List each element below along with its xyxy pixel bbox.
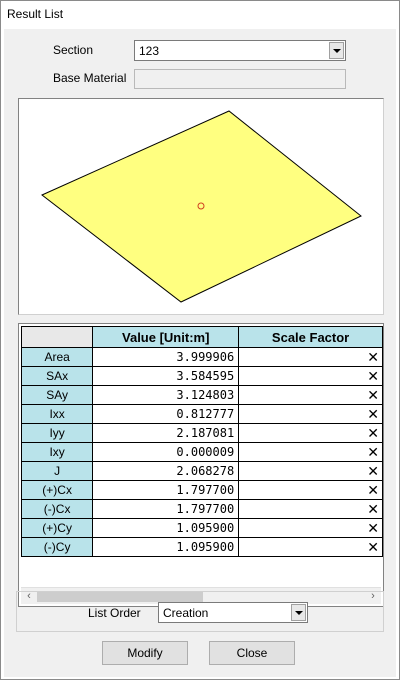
- scale-factor-cell[interactable]: ✕: [238, 461, 383, 481]
- row-header[interactable]: (-)Cy: [20, 537, 94, 557]
- row-header[interactable]: Area: [20, 347, 94, 367]
- header-corner: [20, 326, 94, 348]
- value-cell[interactable]: 1.797700: [92, 480, 240, 500]
- table-row[interactable]: SAx 3.584595 ✕: [20, 366, 383, 386]
- value-cell[interactable]: 0.000009: [92, 442, 240, 462]
- value-cell[interactable]: 2.187081: [92, 423, 240, 443]
- table-row[interactable]: Iyy 2.187081 ✕: [20, 423, 383, 443]
- table-row[interactable]: Area 3.999906 ✕: [20, 347, 383, 367]
- table-row[interactable]: SAy 3.124803 ✕: [20, 385, 383, 405]
- section-label: Section: [53, 43, 94, 57]
- table-row[interactable]: Ixx 0.812777 ✕: [20, 404, 383, 424]
- modify-button[interactable]: Modify: [102, 641, 188, 665]
- header-value[interactable]: Value [Unit:m]: [92, 326, 240, 348]
- value-cell[interactable]: 1.797700: [92, 499, 240, 519]
- dialog-client-area: Section 123 Base Material Value [Unit:m]…: [4, 29, 396, 677]
- row-header[interactable]: Ixx: [20, 404, 94, 424]
- table-row[interactable]: Ixy 0.000009 ✕: [20, 442, 383, 462]
- row-header[interactable]: Iyy: [20, 423, 94, 443]
- scale-factor-cell[interactable]: ✕: [238, 537, 383, 557]
- section-preview-drawing: [41, 110, 362, 303]
- close-button[interactable]: Close: [209, 641, 295, 665]
- result-list-window: Result List Section 123 Base Material Va…: [0, 0, 400, 680]
- table-row[interactable]: (+)Cx 1.797700 ✕: [20, 480, 383, 500]
- result-grid: Value [Unit:m] Scale Factor Area 3.999906…: [18, 323, 384, 607]
- scale-factor-cell[interactable]: ✕: [238, 499, 383, 519]
- section-dropdown-value: 123: [139, 44, 160, 58]
- table-row[interactable]: J 2.068278 ✕: [20, 461, 383, 481]
- base-material-field: [134, 69, 346, 89]
- section-preview-canvas: [18, 98, 384, 315]
- value-cell[interactable]: 3.999906: [92, 347, 240, 367]
- value-cell[interactable]: 1.095900: [92, 518, 240, 538]
- chevron-down-icon[interactable]: [329, 42, 344, 59]
- row-header[interactable]: (-)Cx: [20, 499, 94, 519]
- row-header[interactable]: SAy: [20, 385, 94, 405]
- value-cell[interactable]: 0.812777: [92, 404, 240, 424]
- row-header[interactable]: (+)Cy: [20, 518, 94, 538]
- section-shape: [41, 110, 362, 303]
- section-dropdown[interactable]: 123: [134, 40, 346, 61]
- scale-factor-cell[interactable]: ✕: [238, 404, 383, 424]
- row-header[interactable]: Ixy: [20, 442, 94, 462]
- row-header[interactable]: (+)Cx: [20, 480, 94, 500]
- scale-factor-cell[interactable]: ✕: [238, 518, 383, 538]
- window-title: Result List: [7, 7, 64, 21]
- scale-factor-cell[interactable]: ✕: [238, 442, 383, 462]
- table-header-row: Value [Unit:m] Scale Factor: [20, 326, 383, 348]
- scale-factor-cell[interactable]: ✕: [238, 423, 383, 443]
- chevron-down-icon[interactable]: [291, 604, 306, 621]
- header-scale-factor[interactable]: Scale Factor: [238, 326, 383, 348]
- value-cell[interactable]: 2.068278: [92, 461, 240, 481]
- table-row[interactable]: (+)Cy 1.095900 ✕: [20, 518, 383, 538]
- list-order-value: Creation: [163, 606, 209, 620]
- value-cell[interactable]: 3.584595: [92, 366, 240, 386]
- base-material-label: Base Material: [53, 71, 127, 85]
- table-row[interactable]: (-)Cy 1.095900 ✕: [20, 537, 383, 557]
- scale-factor-cell[interactable]: ✕: [238, 385, 383, 405]
- title-bar: Result List: [1, 1, 399, 29]
- value-cell[interactable]: 1.095900: [92, 537, 240, 557]
- row-header[interactable]: SAx: [20, 366, 94, 386]
- value-cell[interactable]: 3.124803: [92, 385, 240, 405]
- result-table: Value [Unit:m] Scale Factor Area 3.999906…: [20, 326, 383, 557]
- scale-factor-cell[interactable]: ✕: [238, 347, 383, 367]
- scale-factor-cell[interactable]: ✕: [238, 366, 383, 386]
- table-row[interactable]: (-)Cx 1.797700 ✕: [20, 499, 383, 519]
- list-order-label: List Order: [88, 606, 141, 620]
- scale-factor-cell[interactable]: ✕: [238, 480, 383, 500]
- list-order-dropdown[interactable]: Creation: [158, 602, 308, 623]
- row-header[interactable]: J: [20, 461, 94, 481]
